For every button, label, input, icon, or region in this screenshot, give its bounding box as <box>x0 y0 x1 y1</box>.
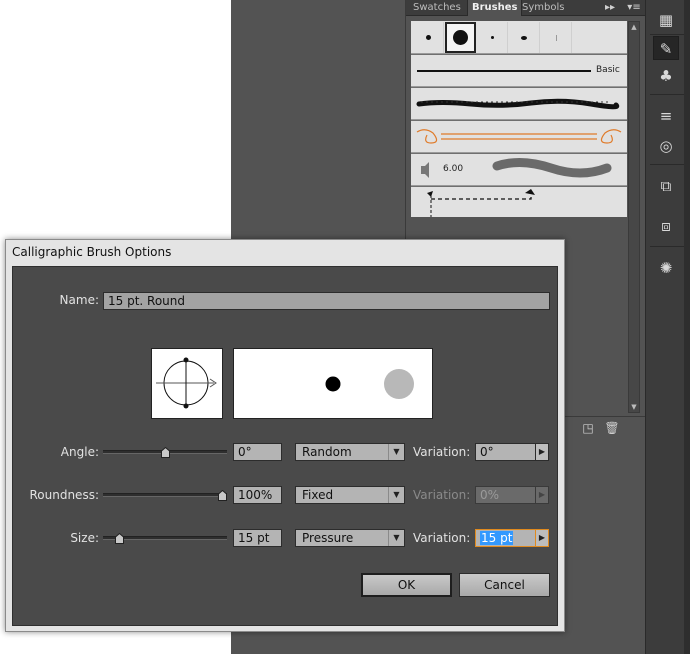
size-mode-select[interactable]: Pressure ▼ <box>295 529 405 547</box>
trash-icon[interactable]: 🗑 <box>604 420 620 436</box>
name-field[interactable]: 15 pt. Round <box>103 292 550 310</box>
roundness-handle-bottom <box>183 403 189 409</box>
appearance-sun-icon[interactable]: ✺ <box>653 256 679 280</box>
calligraphic-brush-options-dialog: Calligraphic Brush Options Name: 15 pt. … <box>5 239 565 632</box>
angle-variation-field[interactable]: 0° <box>475 443 536 461</box>
bristle-brush-icon <box>421 162 429 178</box>
banner-right-curl <box>600 129 622 144</box>
dialog-body: Name: 15 pt. Round Angle: 0° Random ▼ Va… <box>12 266 558 626</box>
angle-label: Angle: <box>60 445 99 459</box>
panel-menu-icon[interactable]: ▾≡ <box>626 0 642 16</box>
chevron-down-icon: ▼ <box>388 530 404 546</box>
stroke-lines-icon[interactable]: ≡ <box>653 104 679 128</box>
brush-dab-round-selected[interactable] <box>445 22 476 53</box>
tab-brushes[interactable]: Brushes <box>467 0 523 16</box>
angle-mode-value: Random <box>302 445 352 459</box>
roundness-mode-value: Fixed <box>302 488 334 502</box>
tab-swatches[interactable]: Swatches <box>409 0 465 16</box>
panel-tabbar: Swatches Brushes Symbols ▸▸ ▾≡ <box>406 0 646 16</box>
roundness-variation-label: Variation: <box>413 488 471 502</box>
angle-roundness-preview[interactable] <box>151 348 223 419</box>
roundness-slider-thumb[interactable] <box>218 490 227 501</box>
new-brush-icon[interactable]: ◳ <box>580 420 596 436</box>
brush-size-preview <box>233 348 433 419</box>
brush-dab-small[interactable] <box>413 22 444 53</box>
brush-banner-row[interactable] <box>411 121 627 153</box>
roundness-variation-field: 0% <box>475 486 536 504</box>
bristle-stroke <box>492 158 612 178</box>
brush-basic-row[interactable]: Basic <box>411 55 627 87</box>
ok-button[interactable]: OK <box>361 573 452 597</box>
roundness-variation-arrow-icon: ▶ <box>535 486 549 504</box>
scroll-down-arrow-icon[interactable]: ▼ <box>629 402 639 412</box>
chevron-down-icon: ▼ <box>388 487 404 503</box>
preview-dot-min <box>325 376 341 392</box>
size-variation-selected-text: 15 pt <box>480 531 514 545</box>
brush-list-scrollbar[interactable]: ▲ ▼ <box>628 21 640 413</box>
size-variation-arrow-icon[interactable]: ▶ <box>535 529 549 547</box>
roundness-value-field[interactable]: 100% <box>233 486 282 504</box>
brushes-icon[interactable]: ✎ <box>653 36 679 60</box>
pathfinder-icon[interactable]: ⧈ <box>653 214 679 238</box>
angle-variation-label: Variation: <box>413 445 471 459</box>
transform-icon[interactable]: ⧉ <box>653 174 679 198</box>
banner-left-curl <box>416 129 438 144</box>
dock-edge <box>684 0 690 654</box>
roundness-handle-top <box>183 357 189 363</box>
swatches-grid-icon[interactable]: ▦ <box>653 8 679 32</box>
brush-bristle-row[interactable]: 6.00 <box>411 154 627 186</box>
angle-variation-arrow-icon[interactable]: ▶ <box>535 443 549 461</box>
brush-charcoal-row[interactable] <box>411 88 627 120</box>
size-mode-value: Pressure <box>302 531 354 545</box>
angle-value-field[interactable]: 0° <box>233 443 282 461</box>
angle-mode-select[interactable]: Random ▼ <box>295 443 405 461</box>
cancel-button[interactable]: Cancel <box>459 573 550 597</box>
chevron-down-icon: ▼ <box>388 444 404 460</box>
size-value-field[interactable]: 15 pt <box>233 529 282 547</box>
brush-pattern-row[interactable] <box>411 187 627 217</box>
brush-dab-oval[interactable] <box>509 22 540 53</box>
roundness-label: Roundness: <box>29 488 99 502</box>
calligraphic-dab-row <box>411 21 627 54</box>
name-label: Name: <box>59 293 99 307</box>
brush-list: Basic 6.00 <box>411 21 627 217</box>
brush-dab-line[interactable] <box>541 22 572 53</box>
brush-dab-tiny[interactable] <box>477 22 508 53</box>
angle-slider-thumb[interactable] <box>160 447 170 458</box>
transparency-circles-icon[interactable]: ◎ <box>653 134 679 158</box>
roundness-mode-select[interactable]: Fixed ▼ <box>295 486 405 504</box>
tab-symbols[interactable]: Symbols <box>518 0 568 16</box>
preview-dot-variation <box>384 369 414 399</box>
roundness-slider-track[interactable] <box>103 493 227 497</box>
scroll-up-arrow-icon[interactable]: ▲ <box>629 22 639 32</box>
size-label: Size: <box>70 531 99 545</box>
size-variation-field[interactable]: 15 pt <box>475 529 536 547</box>
symbols-club-icon[interactable]: ♣ <box>653 64 679 88</box>
dialog-title: Calligraphic Brush Options <box>12 245 172 259</box>
size-variation-label: Variation: <box>413 531 471 545</box>
collapse-icon[interactable]: ▸▸ <box>602 0 618 16</box>
bristle-size-label: 6.00 <box>443 164 464 174</box>
size-slider-thumb[interactable] <box>114 533 124 544</box>
brush-basic-label: Basic <box>596 65 620 75</box>
